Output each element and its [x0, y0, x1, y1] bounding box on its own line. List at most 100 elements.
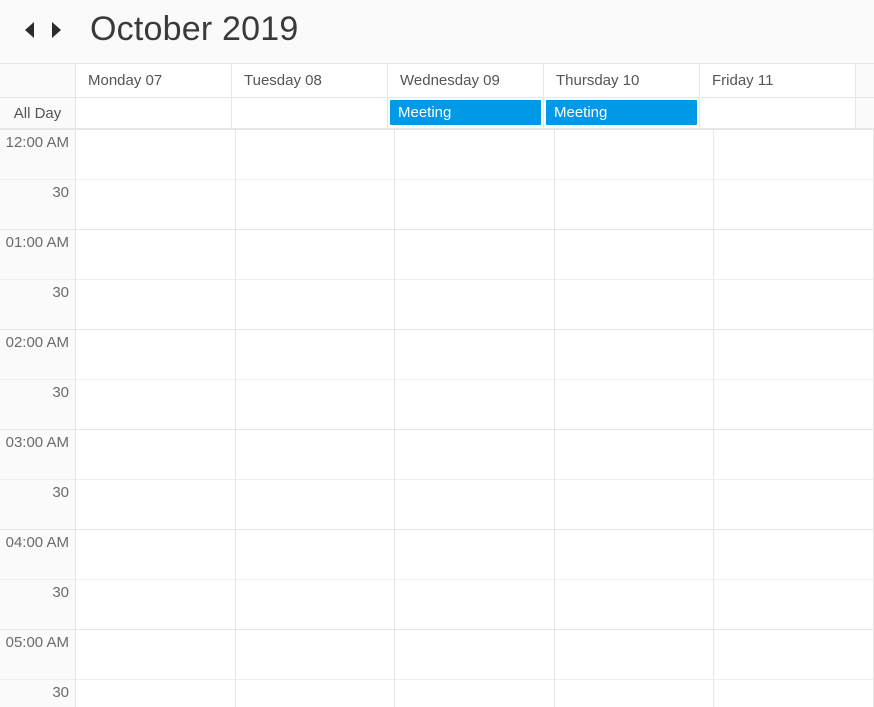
time-cell[interactable]: [714, 179, 874, 229]
time-cell[interactable]: [714, 679, 874, 707]
time-cell[interactable]: [236, 629, 396, 679]
time-cell[interactable]: [714, 479, 874, 529]
calendar-week-view: October 2019 Monday 07 Tuesday 08 Wednes…: [0, 0, 874, 707]
time-cell[interactable]: [555, 479, 715, 529]
time-label-hour: 01:00 AM: [0, 229, 76, 279]
time-cell[interactable]: [395, 579, 555, 629]
time-cell[interactable]: [714, 579, 874, 629]
time-cell[interactable]: [76, 129, 236, 179]
time-cell[interactable]: [714, 229, 874, 279]
time-cell[interactable]: [395, 629, 555, 679]
time-cell[interactable]: [395, 279, 555, 329]
time-cell[interactable]: [236, 329, 396, 379]
time-cell[interactable]: [714, 629, 874, 679]
time-cell[interactable]: [236, 479, 396, 529]
time-cell[interactable]: [395, 179, 555, 229]
time-grid-wrapper: 12:00 AM3001:00 AM3002:00 AM3003:00 AM30…: [0, 129, 874, 707]
allday-cell[interactable]: Meeting: [388, 98, 544, 128]
time-cell[interactable]: [555, 329, 715, 379]
calendar-title: October 2019: [90, 10, 298, 49]
time-cell[interactable]: [555, 429, 715, 479]
day-header[interactable]: Thursday 10: [544, 64, 700, 97]
time-label-hour: 12:00 AM: [0, 129, 76, 179]
chevron-right-icon: [49, 21, 63, 39]
time-cell[interactable]: [395, 229, 555, 279]
time-cell[interactable]: [714, 429, 874, 479]
scrollbar-gutter: [856, 64, 874, 97]
time-cell[interactable]: [555, 379, 715, 429]
time-cell[interactable]: [76, 479, 236, 529]
time-label-half: 30: [0, 179, 76, 229]
allday-event[interactable]: Meeting: [390, 100, 541, 125]
allday-label: All Day: [0, 98, 76, 128]
allday-cell[interactable]: Meeting: [544, 98, 700, 128]
day-header[interactable]: Wednesday 09: [388, 64, 544, 97]
time-cell[interactable]: [236, 679, 396, 707]
time-label-hour: 05:00 AM: [0, 629, 76, 679]
time-cell[interactable]: [555, 179, 715, 229]
scrollbar-gutter: [856, 98, 874, 128]
time-cell[interactable]: [76, 379, 236, 429]
time-cell[interactable]: [236, 379, 396, 429]
time-label-half: 30: [0, 679, 76, 707]
time-cell[interactable]: [236, 129, 396, 179]
time-cell[interactable]: [236, 279, 396, 329]
next-button[interactable]: [46, 18, 66, 42]
time-cell[interactable]: [76, 329, 236, 379]
time-cell[interactable]: [395, 529, 555, 579]
time-cell[interactable]: [395, 429, 555, 479]
time-cell[interactable]: [555, 529, 715, 579]
time-cell[interactable]: [76, 229, 236, 279]
time-cell[interactable]: [76, 629, 236, 679]
time-grid: 12:00 AM3001:00 AM3002:00 AM3003:00 AM30…: [0, 129, 874, 707]
time-cell[interactable]: [555, 279, 715, 329]
time-cell[interactable]: [395, 679, 555, 707]
day-header[interactable]: Friday 11: [700, 64, 856, 97]
time-cell[interactable]: [236, 229, 396, 279]
header-corner: [0, 64, 76, 97]
time-cell[interactable]: [555, 679, 715, 707]
time-label-hour: 03:00 AM: [0, 429, 76, 479]
calendar-header: October 2019: [0, 0, 874, 63]
time-cell[interactable]: [555, 229, 715, 279]
time-cell[interactable]: [76, 529, 236, 579]
time-label-half: 30: [0, 379, 76, 429]
time-cell[interactable]: [714, 329, 874, 379]
time-cell[interactable]: [76, 279, 236, 329]
prev-button[interactable]: [20, 18, 40, 42]
time-cell[interactable]: [395, 329, 555, 379]
chevron-left-icon: [23, 21, 37, 39]
allday-cell[interactable]: [700, 98, 856, 128]
time-cell[interactable]: [236, 529, 396, 579]
time-cell[interactable]: [236, 179, 396, 229]
time-cell[interactable]: [395, 129, 555, 179]
time-cell[interactable]: [555, 579, 715, 629]
time-cell[interactable]: [76, 679, 236, 707]
time-label-half: 30: [0, 479, 76, 529]
time-cell[interactable]: [714, 279, 874, 329]
time-label-half: 30: [0, 279, 76, 329]
day-header[interactable]: Tuesday 08: [232, 64, 388, 97]
time-cell[interactable]: [236, 579, 396, 629]
time-cell[interactable]: [555, 629, 715, 679]
day-header[interactable]: Monday 07: [76, 64, 232, 97]
day-header-row: Monday 07 Tuesday 08 Wednesday 09 Thursd…: [0, 63, 874, 98]
time-cell[interactable]: [76, 179, 236, 229]
allday-cell[interactable]: [76, 98, 232, 128]
time-cell[interactable]: [76, 429, 236, 479]
time-cell[interactable]: [714, 379, 874, 429]
time-cell[interactable]: [555, 129, 715, 179]
time-label-hour: 02:00 AM: [0, 329, 76, 379]
time-cell[interactable]: [714, 529, 874, 579]
time-cell[interactable]: [714, 129, 874, 179]
time-label-half: 30: [0, 579, 76, 629]
time-cell[interactable]: [236, 429, 396, 479]
allday-row: All Day Meeting Meeting: [0, 98, 874, 129]
time-grid-scroll[interactable]: 12:00 AM3001:00 AM3002:00 AM3003:00 AM30…: [0, 129, 874, 707]
time-cell[interactable]: [395, 479, 555, 529]
allday-cell[interactable]: [232, 98, 388, 128]
time-label-hour: 04:00 AM: [0, 529, 76, 579]
time-cell[interactable]: [76, 579, 236, 629]
time-cell[interactable]: [395, 379, 555, 429]
allday-event[interactable]: Meeting: [546, 100, 697, 125]
